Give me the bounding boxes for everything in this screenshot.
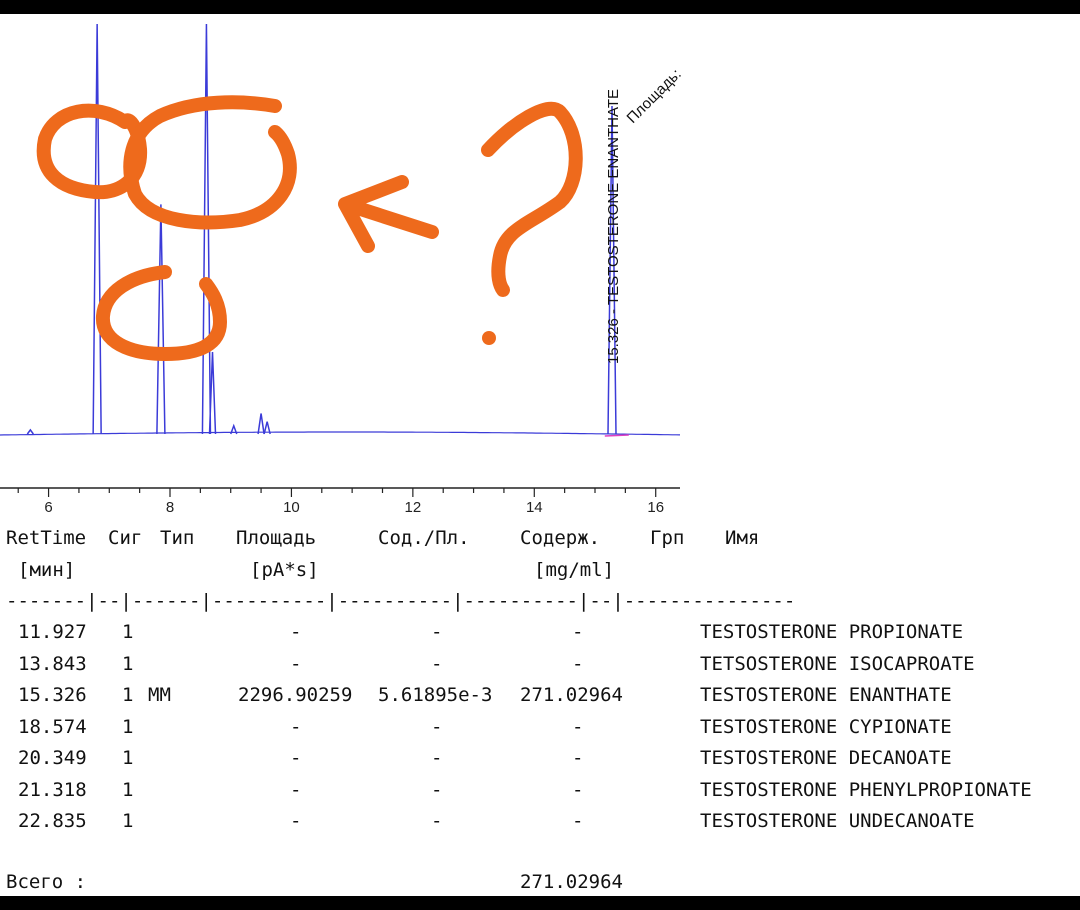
- col-header-ratio: Сод./Пл.: [378, 527, 470, 549]
- cell-name: TESTOSTERONE DECANOATE: [700, 747, 952, 769]
- cell-name: TETSOSTERONE ISOCAPROATE: [700, 652, 975, 675]
- annotation-question-dot: [482, 331, 496, 345]
- cell-name: TESTOSTERONE CYPIONATE: [700, 715, 952, 738]
- unit-conc: [mg/ml]: [534, 559, 615, 581]
- col-header-area: Площадь: [236, 527, 317, 549]
- cell-area: -: [290, 715, 302, 738]
- cell-ratio: -: [431, 810, 443, 832]
- annotation-circle-3: [96, 265, 227, 361]
- cell-ratio: 5.61895e-3: [378, 684, 493, 706]
- x-tick-label-1: 6: [44, 499, 52, 516]
- cell-area: -: [290, 621, 302, 643]
- cell-signal: 1: [122, 747, 134, 769]
- unit-area: [pA*s]: [250, 559, 319, 581]
- cell-conc: -: [572, 747, 584, 769]
- chromatogram-chart: 15.326 - TESTOSTERONE ENANTHATE Площадь: 6…: [0, 23, 685, 516]
- chromatogram-peak-7: [257, 413, 265, 435]
- cell-rettime: 15.326: [18, 684, 87, 706]
- chromatogram-peak-1: [26, 428, 34, 435]
- cell-conc: -: [572, 810, 584, 832]
- unit-rettime: [мин]: [18, 559, 76, 581]
- cell-signal: 1: [122, 621, 134, 643]
- chromatogram-peak-3: [156, 204, 166, 435]
- cell-name: TESTOSTERONE PROPIONATE: [700, 621, 964, 643]
- cell-signal: 1: [122, 652, 134, 675]
- cell-conc: 271.02964: [520, 684, 623, 706]
- x-tick-label-2: 8: [166, 499, 174, 516]
- cell-ratio: -: [431, 621, 443, 643]
- cell-name: TESTOSTERONE ENANTHATE: [700, 684, 952, 706]
- col-header-rettime: RetTime: [6, 527, 87, 549]
- cell-signal: 1: [122, 684, 134, 706]
- cell-signal: 1: [122, 778, 134, 801]
- cell-ratio: -: [431, 747, 443, 769]
- cell-area: 2296.90259: [238, 684, 353, 706]
- col-header-signal: Сиг: [108, 527, 143, 549]
- col-header-group: Грп: [650, 527, 685, 549]
- cell-conc: -: [572, 652, 584, 675]
- cell-conc: -: [572, 715, 584, 738]
- area-label: Площадь:: [624, 66, 685, 127]
- cell-conc: -: [572, 621, 584, 643]
- cell-rettime: 11.927: [18, 621, 87, 643]
- chromatogram-report: 15.326 - TESTOSTERONE ENANTHATE Площадь: 6…: [0, 14, 1080, 896]
- total-value: 271.02964: [520, 871, 623, 893]
- x-tick-label-5: 14: [526, 499, 543, 516]
- handwritten-annotation: [36, 95, 583, 361]
- cell-name: TESTOSTERONE UNDECANOATE: [700, 810, 975, 832]
- x-tick-label-3: 10: [283, 499, 300, 516]
- chromatogram-peak-2: [92, 23, 102, 435]
- cell-area: -: [290, 652, 302, 675]
- cell-ratio: -: [431, 715, 443, 738]
- col-header-conc: Содерж.: [520, 527, 601, 549]
- cell-rettime: 13.843: [18, 652, 87, 675]
- cell-area: -: [290, 810, 302, 832]
- cell-name: TESTOSTERONE PHENYLPROPIONATE: [700, 778, 1032, 801]
- cell-rettime: 21.318: [18, 778, 87, 801]
- table-separator: -------|--|------|----------|----------|…: [6, 590, 796, 612]
- annotation-circle-2: [123, 95, 297, 230]
- cell-signal: 1: [122, 810, 134, 832]
- cell-ratio: -: [431, 652, 443, 675]
- cell-signal: 1: [122, 715, 134, 738]
- cell-rettime: 20.349: [18, 747, 87, 769]
- cell-ratio: -: [431, 778, 443, 801]
- integration-baseline: [604, 434, 629, 437]
- x-tick-label-4: 12: [405, 499, 422, 516]
- cell-type: MM: [148, 684, 171, 706]
- chromatogram-baseline: [0, 431, 681, 436]
- col-header-name: Имя: [725, 527, 760, 549]
- cell-area: -: [290, 778, 302, 801]
- peak-label-1: 15.326 - TESTOSTERONE ENANTHATE: [605, 89, 622, 364]
- x-tick-label-6: 16: [647, 499, 664, 516]
- cell-conc: -: [572, 778, 584, 801]
- cell-rettime: 18.574: [18, 715, 87, 738]
- total-label: Всего :: [6, 871, 87, 893]
- cell-rettime: 22.835: [18, 810, 87, 832]
- annotation-question-mark: [481, 101, 583, 297]
- cell-area: -: [290, 747, 302, 769]
- annotation-arrow: [338, 175, 439, 253]
- col-header-type: Тип: [160, 527, 195, 549]
